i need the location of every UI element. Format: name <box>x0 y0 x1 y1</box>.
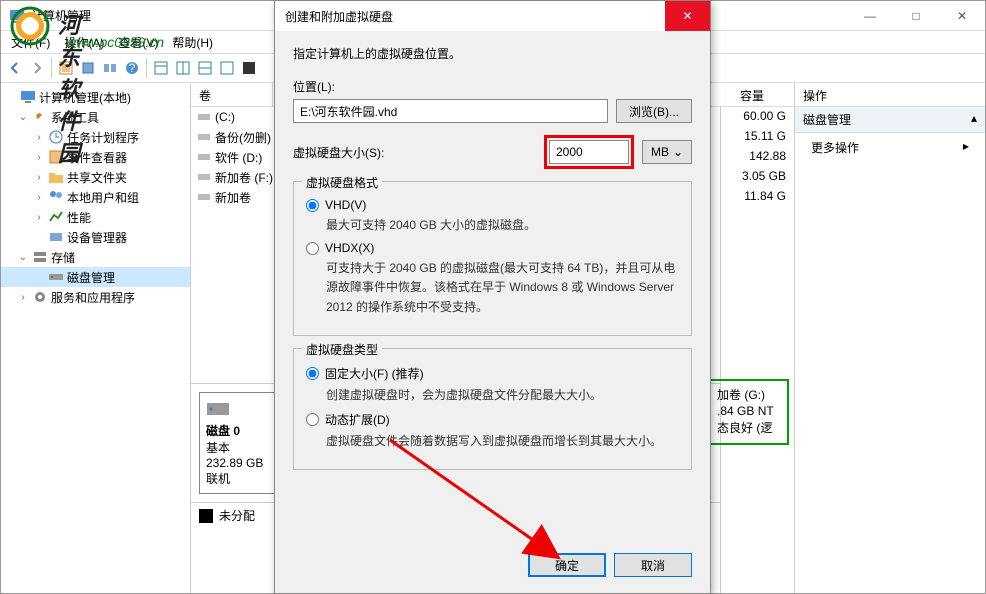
window-title: 计算机管理 <box>31 7 91 24</box>
tree-pane: 计算机管理(本地) ⌄系统工具 ›任务计划程序 ›事件查看器 ›共享文件夹 ›本… <box>1 83 191 593</box>
dialog-close-button[interactable]: ✕ <box>665 1 710 31</box>
size-label: 虚拟硬盘大小(S): <box>293 144 384 161</box>
clock-icon <box>48 129 64 145</box>
tree-task[interactable]: ›任务计划程序 <box>1 127 190 147</box>
legend-swatch-unalloc <box>199 509 213 523</box>
radio-dynamic[interactable]: 动态扩展(D) <box>306 411 679 428</box>
tb-icon-1[interactable] <box>56 58 76 78</box>
location-label: 位置(L): <box>293 78 692 95</box>
hdd-icon <box>206 399 230 419</box>
help-icon[interactable]: ? <box>122 58 142 78</box>
tb-view-4[interactable] <box>217 58 237 78</box>
tree-shared[interactable]: ›共享文件夹 <box>1 167 190 187</box>
tree-users[interactable]: ›本地用户和组 <box>1 187 190 207</box>
size-highlight <box>544 135 634 169</box>
actions-group[interactable]: 磁盘管理▴ <box>795 107 985 133</box>
tree-event[interactable]: ›事件查看器 <box>1 147 190 167</box>
radio-fixed[interactable]: 固定大小(F) (推荐) <box>306 365 679 382</box>
radio-dynamic-input[interactable] <box>306 413 319 426</box>
cap-val: 11.84 G <box>721 187 794 207</box>
format-group: 虚拟硬盘格式 VHD(V) 最大可支持 2040 GB 大小的虚拟磁盘。 VHD… <box>293 181 692 336</box>
tree-systools[interactable]: ⌄系统工具 <box>1 107 190 127</box>
tree-root[interactable]: 计算机管理(本地) <box>1 87 190 107</box>
cap-val: 3.05 GB <box>721 167 794 187</box>
browse-button[interactable]: 浏览(B)... <box>616 99 692 123</box>
tree-perf[interactable]: ›性能 <box>1 207 190 227</box>
partition-g-visible[interactable]: 加卷 (G:) .84 GB NT 态良好 (逻 <box>709 379 789 445</box>
chevron-down-icon: ⌄ <box>673 145 683 159</box>
close-icon: ✕ <box>682 9 692 23</box>
maximize-button[interactable]: □ <box>893 1 939 31</box>
drive-icon <box>197 130 211 144</box>
tb-icon-2[interactable] <box>78 58 98 78</box>
menu-file[interactable]: 文件(F) <box>5 32 56 53</box>
dialog-titlebar[interactable]: 创建和附加虚拟硬盘 ✕ <box>275 1 710 31</box>
users-icon <box>48 189 64 205</box>
format-legend: 虚拟硬盘格式 <box>302 174 382 191</box>
size-input[interactable] <box>549 140 629 164</box>
type-legend: 虚拟硬盘类型 <box>302 341 382 358</box>
event-icon <box>48 149 64 165</box>
radio-fixed-input[interactable] <box>306 367 319 380</box>
drive-icon <box>197 190 211 204</box>
back-icon[interactable] <box>5 58 25 78</box>
create-vhd-dialog: 创建和附加虚拟硬盘 ✕ 指定计算机上的虚拟硬盘位置。 位置(L): 浏览(B).… <box>274 0 711 594</box>
actions-header: 操作 <box>795 83 985 107</box>
unit-select[interactable]: MB⌄ <box>642 140 692 164</box>
radio-vhdx-input[interactable] <box>306 242 319 255</box>
cancel-button[interactable]: 取消 <box>614 553 692 577</box>
collapse-icon: ▴ <box>971 111 977 128</box>
disk-icon <box>48 269 64 285</box>
folder-icon <box>48 169 64 185</box>
col-capacity[interactable]: 容量 <box>715 83 789 107</box>
cap-val: 60.00 G <box>721 107 794 127</box>
tb-view-1[interactable] <box>151 58 171 78</box>
location-input[interactable] <box>293 99 608 123</box>
gear-icon <box>32 289 48 305</box>
storage-icon <box>32 249 48 265</box>
col-volume[interactable]: 卷 <box>191 83 273 106</box>
menu-action[interactable]: 操作(A) <box>58 32 110 53</box>
type-group: 虚拟硬盘类型 固定大小(F) (推荐) 创建虚拟硬盘时，会为虚拟硬盘文件分配最大… <box>293 348 692 470</box>
tb-icon-3[interactable] <box>100 58 120 78</box>
close-button[interactable]: ✕ <box>939 1 985 31</box>
dialog-title: 创建和附加虚拟硬盘 <box>285 8 393 25</box>
dynamic-desc: 虚拟硬盘文件会随着数据写入到虚拟硬盘而增长到其最大大小。 <box>326 432 679 451</box>
tree-services[interactable]: ›服务和应用程序 <box>1 287 190 307</box>
cap-val: 142.88 <box>721 147 794 167</box>
cap-val: 15.11 G <box>721 127 794 147</box>
tree-storage[interactable]: ⌄存储 <box>1 247 190 267</box>
tb-view-3[interactable] <box>195 58 215 78</box>
app-icon <box>9 8 25 24</box>
tb-view-2[interactable] <box>173 58 193 78</box>
perf-icon <box>48 209 64 225</box>
wrench-icon <box>32 109 48 125</box>
drive-icon <box>197 150 211 164</box>
menu-view[interactable]: 查看(V) <box>112 32 164 53</box>
actions-more[interactable]: 更多操作▸ <box>795 133 985 162</box>
vhd-desc: 最大可支持 2040 GB 大小的虚拟磁盘。 <box>326 216 679 235</box>
menu-help[interactable]: 帮助(H) <box>166 32 219 53</box>
drive-icon <box>197 110 211 124</box>
ok-button[interactable]: 确定 <box>528 553 606 577</box>
minimize-button[interactable]: — <box>847 1 893 31</box>
fixed-desc: 创建虚拟硬盘时，会为虚拟硬盘文件分配最大大小。 <box>326 386 679 405</box>
actions-pane: 操作 磁盘管理▴ 更多操作▸ <box>795 83 985 593</box>
dialog-description: 指定计算机上的虚拟硬盘位置。 <box>293 45 692 62</box>
window-controls: — □ ✕ <box>847 1 985 31</box>
radio-vhd[interactable]: VHD(V) <box>306 198 679 212</box>
radio-vhd-input[interactable] <box>306 199 319 212</box>
drive-icon <box>197 170 211 184</box>
vhdx-desc: 可支持大于 2040 GB 的虚拟磁盘(最大可支持 64 TB)，并且可从电源故… <box>326 259 679 317</box>
device-icon <box>48 229 64 245</box>
forward-icon[interactable] <box>27 58 47 78</box>
chevron-right-icon: ▸ <box>963 139 969 156</box>
tb-view-5[interactable] <box>239 58 259 78</box>
capacity-column: 区) 60.00 G 15.11 G 142.88 3.05 GB 11.84 … <box>721 83 795 593</box>
tree-devmgr[interactable]: 设备管理器 <box>1 227 190 247</box>
computer-icon <box>20 89 36 105</box>
radio-vhdx[interactable]: VHDX(X) <box>306 241 679 255</box>
svg-text:?: ? <box>129 61 136 75</box>
tree-diskmgmt[interactable]: 磁盘管理 <box>1 267 190 287</box>
